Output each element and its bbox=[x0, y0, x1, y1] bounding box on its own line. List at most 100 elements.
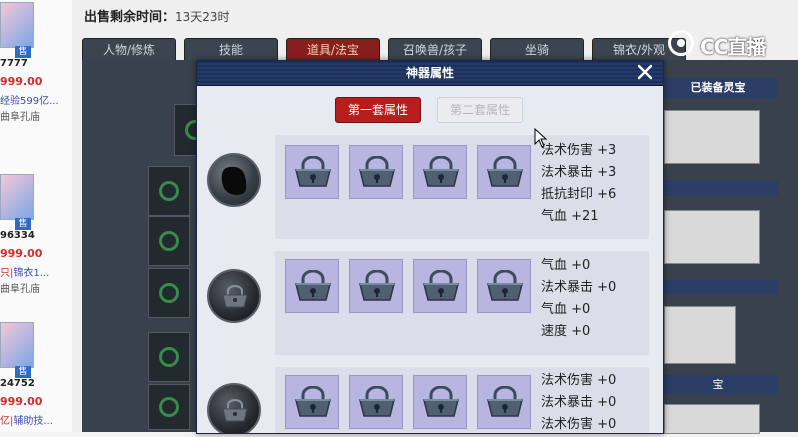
sale-time-label: 出售剩余时间： bbox=[84, 10, 176, 25]
lock-icon bbox=[359, 270, 395, 301]
cc-logo-icon bbox=[668, 30, 694, 56]
item-code: 7777 bbox=[0, 58, 28, 69]
tab-items[interactable]: 道具/法宝 bbox=[286, 38, 380, 61]
avatar[interactable] bbox=[0, 174, 34, 220]
item-server: 曲阜孔庙 bbox=[0, 112, 40, 123]
attribute-line: 气血 +0 bbox=[541, 302, 591, 317]
close-icon[interactable] bbox=[635, 62, 655, 82]
mouse-cursor-icon bbox=[534, 128, 548, 148]
artifact-attributes-dialog: 神器属性 第一套属性 第二套属性 法术伤害 +3 法术暴击 +3 抵抗封印 +6… bbox=[196, 60, 664, 434]
avatar[interactable] bbox=[0, 322, 34, 368]
logo-text: CC直播 bbox=[700, 35, 766, 59]
sale-time: 出售剩余时间：13天23时 bbox=[84, 6, 230, 25]
gem-slot[interactable] bbox=[413, 145, 467, 199]
inventory-slot[interactable] bbox=[148, 384, 190, 430]
lock-icon bbox=[222, 285, 248, 308]
lock-icon bbox=[423, 270, 459, 301]
avatar[interactable] bbox=[0, 2, 34, 48]
lock-icon bbox=[222, 399, 248, 422]
lock-icon bbox=[359, 386, 395, 417]
lock-icon bbox=[359, 156, 395, 187]
attribute-line: 抵抗封印 +6 bbox=[541, 187, 617, 202]
equipped-slot[interactable] bbox=[664, 306, 736, 364]
gem-slot[interactable] bbox=[285, 375, 339, 429]
attribute-line: 气血 +0 bbox=[541, 258, 591, 273]
artifact-orb[interactable] bbox=[207, 153, 261, 207]
extra-text: 锦衣1... bbox=[13, 268, 50, 279]
section-divider bbox=[658, 280, 778, 294]
tab-mounts[interactable]: 坐骑 bbox=[490, 38, 584, 61]
sell-badge: 售 bbox=[15, 218, 31, 230]
item-price: 999.00 bbox=[0, 395, 43, 408]
dialog-title: 神器属性 bbox=[405, 66, 454, 80]
gem-slot[interactable] bbox=[349, 259, 403, 313]
equipped-slot[interactable] bbox=[664, 110, 760, 164]
item-price: 999.00 bbox=[0, 247, 43, 260]
artifact-orb[interactable] bbox=[207, 383, 261, 433]
attribute-list: 法术伤害 +3 法术暴击 +3 抵抗封印 +6 气血 +21 bbox=[541, 140, 616, 228]
extra-text: 辅助技... bbox=[13, 416, 53, 427]
inventory-slot[interactable] bbox=[148, 166, 190, 216]
item-code: 96334 bbox=[0, 230, 35, 241]
gem-slot[interactable] bbox=[285, 259, 339, 313]
lock-icon bbox=[487, 386, 523, 417]
extra-text: 经验599亿... bbox=[0, 96, 59, 107]
lock-icon bbox=[487, 270, 523, 301]
tab-skills[interactable]: 技能 bbox=[184, 38, 278, 61]
attribute-line: 法术伤害 +0 bbox=[541, 373, 617, 388]
attribute-line: 法术暴击 +0 bbox=[541, 280, 617, 295]
artifact-stone-icon bbox=[217, 162, 251, 200]
lock-icon bbox=[487, 156, 523, 187]
equipped-slot[interactable] bbox=[664, 404, 760, 434]
sell-badge: 售 bbox=[15, 46, 31, 58]
listing-column: 售 7777 999.00 经验599亿... 曲阜孔庙 售 96334 999… bbox=[0, 0, 73, 432]
inventory-slot[interactable] bbox=[148, 332, 190, 382]
item-extra: 经验599亿... bbox=[0, 92, 59, 107]
artifact-orb[interactable] bbox=[207, 269, 261, 323]
set-one-button[interactable]: 第一套属性 bbox=[335, 97, 421, 123]
attribute-list: 法术伤害 +0 法术暴击 +0 法术伤害 +0 bbox=[541, 370, 617, 433]
extra-red-text: 只| bbox=[0, 268, 14, 279]
attribute-list: 气血 +0 法术暴击 +0 气血 +0 速度 +0 bbox=[541, 255, 616, 343]
gem-slot[interactable] bbox=[477, 259, 531, 313]
attribute-line: 气血 +21 bbox=[541, 209, 599, 224]
equipped-treasure-header: 已装备灵宝 bbox=[658, 78, 778, 98]
lock-icon bbox=[295, 386, 331, 417]
gem-slot[interactable] bbox=[477, 145, 531, 199]
item-code: 24752 bbox=[0, 378, 35, 389]
gem-slot[interactable] bbox=[349, 375, 403, 429]
lock-icon bbox=[423, 156, 459, 187]
equipped-slot[interactable] bbox=[664, 210, 760, 264]
item-price: 999.00 bbox=[0, 75, 43, 88]
sale-time-value: 13天23时 bbox=[175, 10, 230, 24]
lock-icon bbox=[423, 386, 459, 417]
attribute-line: 法术暴击 +3 bbox=[541, 165, 617, 180]
lock-icon bbox=[295, 270, 331, 301]
inventory-slot[interactable] bbox=[148, 268, 190, 318]
list-item[interactable]: 售 96334 999.00 只|锦衣1... 曲阜孔庙 bbox=[0, 174, 72, 295]
item-extra: 亿|辅助技... bbox=[0, 412, 53, 427]
tab-pets[interactable]: 召唤兽/孩子 bbox=[388, 38, 482, 61]
gem-slot[interactable] bbox=[413, 375, 467, 429]
cc-live-logo: CC直播 bbox=[668, 28, 788, 60]
list-item[interactable]: 售 24752 999.00 亿|辅助技... bbox=[0, 322, 72, 437]
item-extra: 只|锦衣1... bbox=[0, 264, 49, 279]
sell-badge: 售 bbox=[15, 366, 31, 378]
inventory-slot[interactable] bbox=[148, 216, 190, 266]
attribute-line: 法术暴击 +0 bbox=[541, 395, 617, 410]
gem-slot[interactable] bbox=[413, 259, 467, 313]
treasure-header: 宝 bbox=[658, 375, 778, 395]
attribute-line: 法术伤害 +3 bbox=[541, 143, 617, 158]
tab-character[interactable]: 人物/修炼 bbox=[82, 38, 176, 61]
gem-slot[interactable] bbox=[349, 145, 403, 199]
set-two-button[interactable]: 第二套属性 bbox=[437, 97, 523, 123]
gem-slot[interactable] bbox=[285, 145, 339, 199]
list-item[interactable]: 售 7777 999.00 经验599亿... 曲阜孔庙 bbox=[0, 2, 72, 123]
section-divider bbox=[658, 180, 778, 196]
gem-slot[interactable] bbox=[477, 375, 531, 429]
attribute-set-tabs: 第一套属性 第二套属性 bbox=[197, 97, 663, 123]
lock-icon bbox=[295, 156, 331, 187]
attribute-line: 法术伤害 +0 bbox=[541, 417, 617, 432]
extra-red-text: 亿| bbox=[0, 416, 14, 427]
attribute-line: 速度 +0 bbox=[541, 324, 591, 339]
